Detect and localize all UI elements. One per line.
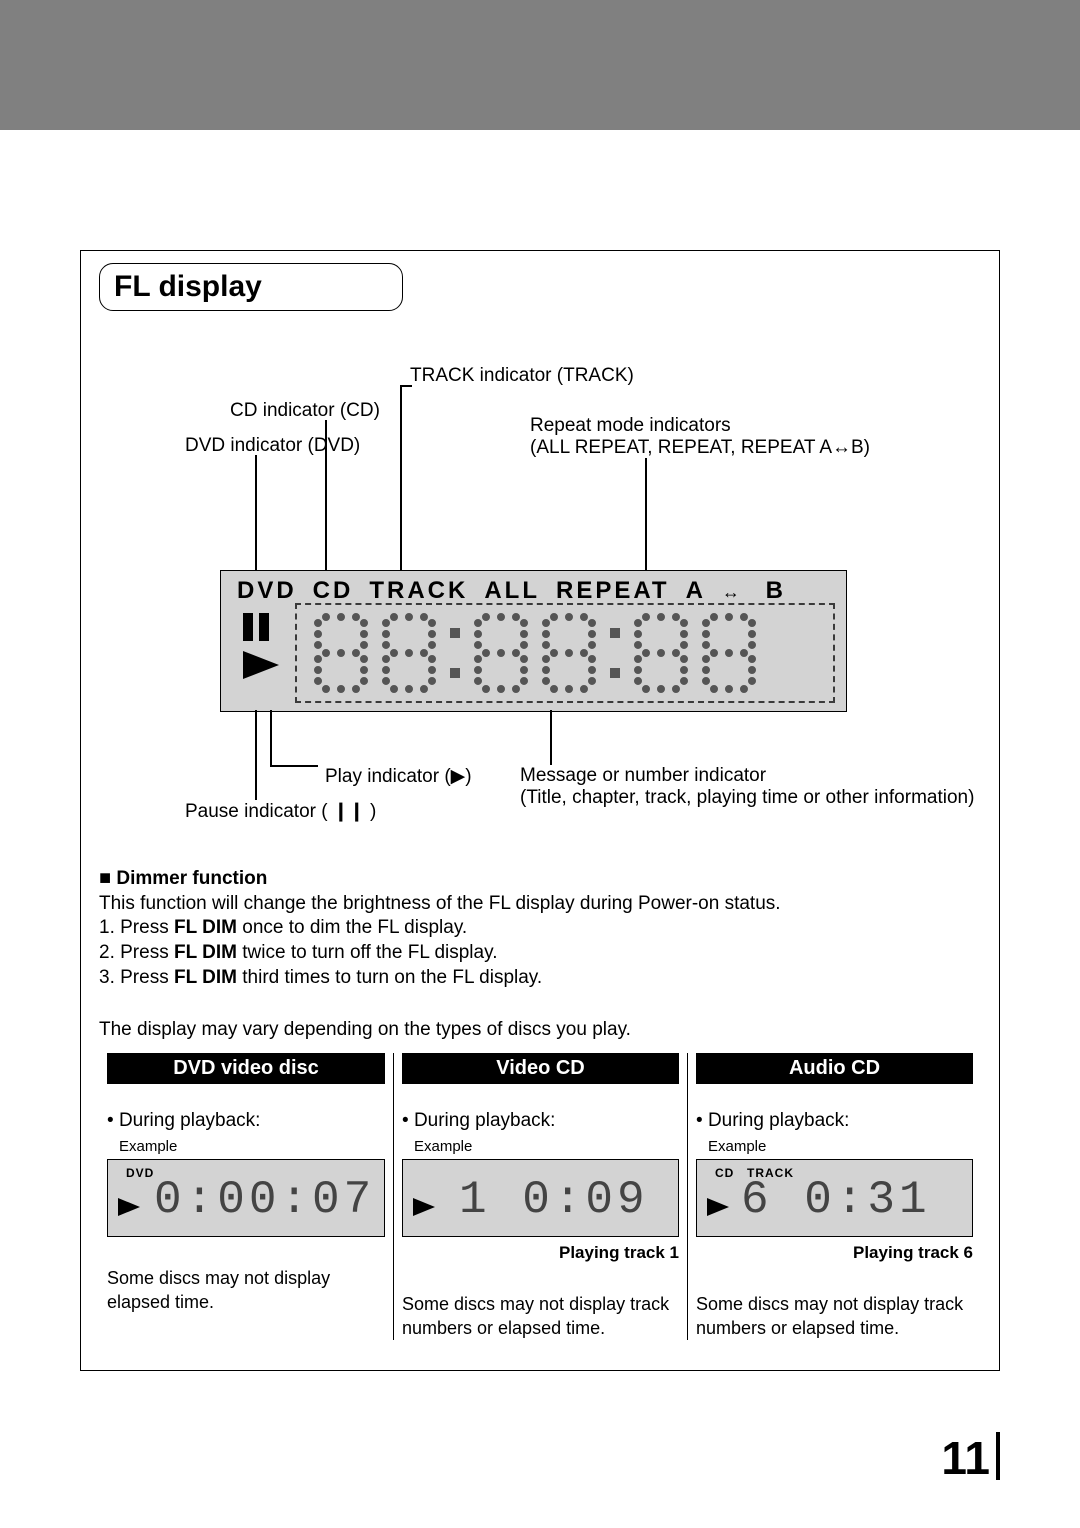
repeat-indicators-detail: (ALL REPEAT, REPEAT, REPEAT A↔B) <box>530 437 870 459</box>
section-title: FL display <box>99 263 403 311</box>
repeat-indicators-title: Repeat mode indicators <box>530 415 731 437</box>
dimmer-section: ■ Dimmer function This function will cha… <box>99 865 981 990</box>
vcd-example-label: Example <box>414 1138 679 1155</box>
dimmer-heading: Dimmer function <box>116 868 267 889</box>
col-audio-cd: Audio CD • During playback: Example CD T… <box>687 1053 981 1340</box>
play-icon <box>118 1198 140 1216</box>
header-banner <box>0 0 1080 130</box>
vcd-mini-display: 1 0:09 <box>402 1159 679 1237</box>
panel-dvd: DVD <box>237 577 297 604</box>
cd-during: During playback: <box>708 1110 850 1131</box>
seven-segment-row <box>311 613 759 693</box>
cd-time: 6 0:31 <box>741 1174 931 1226</box>
dimmer-step3-pre: 3. Press <box>99 967 174 988</box>
panel-b: B <box>766 577 786 604</box>
dimmer-intro: This function will change the brightness… <box>99 892 981 917</box>
dvd-mini-display: DVD 0:00:07 <box>107 1159 385 1237</box>
dimmer-step1-pre: 1. Press <box>99 917 174 938</box>
col-title-vcd: Video CD <box>402 1053 679 1084</box>
vcd-time: 1 0:09 <box>459 1174 649 1226</box>
dvd-note: Some discs may not display elapsed time. <box>107 1267 385 1314</box>
dvd-time: 0:00:07 <box>154 1174 375 1226</box>
disc-type-columns: DVD video disc • During playback: Exampl… <box>99 1053 981 1340</box>
dimmer-step2-post: twice to turn off the FL display. <box>237 942 498 963</box>
cd-mini-display: CD TRACK 6 0:31 <box>696 1159 973 1237</box>
col-dvd: DVD video disc • During playback: Exampl… <box>99 1053 393 1340</box>
square-bullet-icon: ■ <box>99 867 111 889</box>
play-icon <box>413 1198 435 1216</box>
cd-note: Some discs may not display track numbers… <box>696 1293 973 1340</box>
vcd-subcaption: Playing track 1 <box>402 1243 679 1263</box>
dimmer-step3-key: FL DIM <box>174 967 237 988</box>
dvd-tag: DVD <box>126 1166 154 1180</box>
ab-arrow-icon: ↔ <box>722 582 740 603</box>
play-icon <box>707 1198 729 1216</box>
play-indicator-label: Play indicator (▶) <box>325 765 472 788</box>
panel-all: ALL <box>484 577 540 604</box>
dimmer-step1-post: once to dim the FL display. <box>237 917 467 938</box>
cd-subcaption: Playing track 6 <box>696 1243 973 1263</box>
panel-top-indicators: DVD CD TRACK ALL REPEAT A ↔ B <box>237 577 802 605</box>
msg-indicator-title: Message or number indicator <box>520 765 766 787</box>
dimmer-step2-key: FL DIM <box>174 942 237 963</box>
panel-a: A <box>686 577 706 604</box>
dvd-indicator-label: DVD indicator (DVD) <box>185 435 360 457</box>
fl-display-panel: DVD CD TRACK ALL REPEAT A ↔ B <box>220 570 847 712</box>
msg-indicator-detail: (Title, chapter, track, playing time or … <box>520 787 990 809</box>
dvd-example-label: Example <box>119 1138 385 1155</box>
track-indicator-label: TRACK indicator (TRACK) <box>410 365 634 387</box>
cd-tag: CD <box>715 1166 734 1180</box>
col-vcd: Video CD • During playback: Example 1 0:… <box>393 1053 687 1340</box>
page-number: 11 <box>0 1431 1000 1485</box>
pause-indicator-label: Pause indicator ( ❙❙ ) <box>185 800 376 823</box>
col-title-audio-cd: Audio CD <box>696 1053 973 1084</box>
vary-note: The display may vary depending on the ty… <box>99 1018 981 1043</box>
vcd-during: During playback: <box>414 1110 556 1131</box>
play-icon <box>243 651 279 679</box>
vcd-note: Some discs may not display track numbers… <box>402 1293 679 1340</box>
fl-display-diagram: TRACK indicator (TRACK) CD indicator (CD… <box>100 325 980 845</box>
cd-indicator-label: CD indicator (CD) <box>230 400 380 422</box>
panel-track: TRACK <box>369 577 468 604</box>
dimmer-step2-pre: 2. Press <box>99 942 174 963</box>
dvd-during: During playback: <box>119 1110 261 1131</box>
pause-icon <box>243 613 279 641</box>
dimmer-step1-key: FL DIM <box>174 917 237 938</box>
dimmer-step3-post: third times to turn on the FL display. <box>237 967 542 988</box>
manual-page: FL display TRACK indicator (TRACK) CD in… <box>80 250 1000 1371</box>
cd-example-label: Example <box>708 1138 973 1155</box>
panel-cd: CD <box>313 577 354 604</box>
panel-repeat: REPEAT <box>556 577 670 604</box>
col-title-dvd: DVD video disc <box>107 1053 385 1084</box>
